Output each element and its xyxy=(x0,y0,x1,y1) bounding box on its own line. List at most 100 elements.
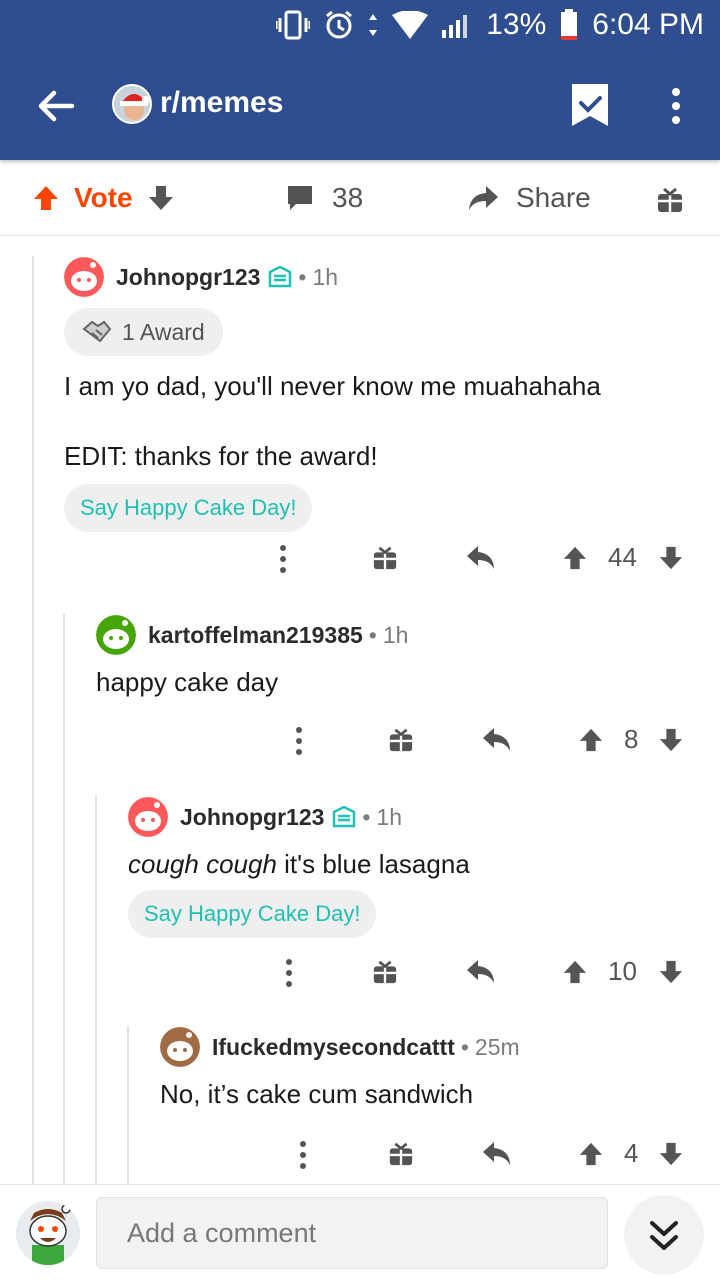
gift-award-icon[interactable] xyxy=(372,544,398,572)
comment-time: 1h xyxy=(382,621,409,648)
comment: Johnopgr123 • 1h cough cough it's blue l… xyxy=(128,796,708,938)
share-arrow-icon xyxy=(469,186,498,210)
comment-actions: 4 xyxy=(286,1136,706,1176)
cake-day-icon xyxy=(269,266,292,288)
downvote-icon[interactable] xyxy=(658,1140,684,1168)
comment-body: cough cough it's blue lasagna xyxy=(128,846,708,882)
downvote-icon[interactable] xyxy=(147,184,175,212)
award-badge[interactable]: 1 Award xyxy=(64,308,223,356)
alarm-icon xyxy=(324,10,354,40)
wifi-icon xyxy=(392,11,429,39)
thread-line-level1[interactable] xyxy=(32,256,34,1184)
next-comment-button[interactable] xyxy=(624,1195,704,1275)
thread-line-level4[interactable] xyxy=(127,1026,129,1184)
say-happy-cake-day-button[interactable]: Say Happy Cake Day! xyxy=(64,484,313,532)
comment-time-sep: • xyxy=(368,621,377,648)
upvote-icon[interactable] xyxy=(562,544,588,572)
comment-time-sep: • xyxy=(460,1033,469,1060)
downvote-icon[interactable] xyxy=(658,544,684,572)
comment-actions: 10 xyxy=(270,954,706,994)
thread-line-level3[interactable] xyxy=(95,796,97,1184)
username[interactable]: Johnopgr123 xyxy=(116,264,260,291)
comment-text-line: EDIT: thanks for the award! xyxy=(64,441,378,471)
gift-award-icon[interactable] xyxy=(388,726,414,754)
comment-text-line: I am yo dad, you'll never know me muahah… xyxy=(64,371,601,401)
back-arrow-icon[interactable] xyxy=(34,84,78,128)
upvote-icon[interactable] xyxy=(578,1140,604,1168)
comment: Ifuckedmysecondcattt • 25m No, it’s cake… xyxy=(160,1026,708,1112)
user-avatar[interactable] xyxy=(16,1201,80,1265)
comment-text-italic: cough cough xyxy=(128,849,277,879)
comment: Johnopgr123 • 1h 1 Award I am yo dad, yo… xyxy=(64,256,704,532)
comment-header: Johnopgr123 • 1h xyxy=(128,796,708,838)
upvote-icon[interactable] xyxy=(562,958,588,986)
reply-icon[interactable] xyxy=(466,544,496,572)
comment: kartoffelman219385 • 1h happy cake day xyxy=(96,614,706,700)
vote-control: Vote xyxy=(32,182,175,214)
comment-composer-bar: Add a comment xyxy=(0,1184,720,1280)
reply-icon[interactable] xyxy=(466,958,496,986)
more-vertical-icon[interactable] xyxy=(298,1140,308,1170)
username[interactable]: kartoffelman219385 xyxy=(148,622,363,649)
comment-time: 25m xyxy=(474,1033,520,1060)
data-arrows-icon xyxy=(368,12,378,38)
gift-award-icon[interactable] xyxy=(372,958,398,986)
double-chevron-down-icon xyxy=(650,1221,678,1250)
post-action-bar: Vote 38 Share xyxy=(0,164,720,236)
more-vertical-icon[interactable] xyxy=(284,958,294,988)
comment-time-sep: • xyxy=(362,803,371,830)
add-comment-input[interactable]: Add a comment xyxy=(96,1197,608,1269)
gift-award-icon[interactable] xyxy=(656,186,684,214)
score: 8 xyxy=(624,724,639,754)
subreddit-title[interactable]: r/memes xyxy=(160,86,283,120)
comment-time-sep: • xyxy=(298,263,307,290)
upvote-icon[interactable] xyxy=(32,184,60,212)
comment-body: happy cake day xyxy=(96,667,279,697)
score: 44 xyxy=(608,542,637,572)
battery-icon xyxy=(560,9,578,41)
comment-bubble-icon xyxy=(288,186,312,210)
avatar[interactable] xyxy=(64,257,104,297)
more-vertical-icon[interactable] xyxy=(294,726,304,756)
vibrate-icon xyxy=(276,10,311,40)
save-bookmark-icon[interactable] xyxy=(570,82,610,128)
upvote-icon[interactable] xyxy=(578,726,604,754)
comments-button[interactable]: 38 xyxy=(286,182,363,214)
handshake-award-icon xyxy=(82,320,112,343)
more-vertical-icon[interactable] xyxy=(278,544,288,574)
comment-header: Ifuckedmysecondcattt • 25m xyxy=(160,1026,708,1068)
more-vertical-icon[interactable] xyxy=(662,86,690,126)
share-button[interactable]: Share xyxy=(468,182,591,214)
comment-time: 1h xyxy=(376,803,403,830)
comment-header: kartoffelman219385 • 1h xyxy=(96,614,706,656)
comment-body: No, it’s cake cum sandwich xyxy=(160,1079,474,1109)
say-happy-cake-day-button[interactable]: Say Happy Cake Day! xyxy=(128,890,377,938)
downvote-icon[interactable] xyxy=(658,726,684,754)
comment-body: I am yo dad, you'll never know me muahah… xyxy=(64,368,704,474)
comment-header: Johnopgr123 • 1h xyxy=(64,256,704,298)
vote-label: Vote xyxy=(74,182,133,213)
award-label: 1 Award xyxy=(122,318,205,345)
gift-award-icon[interactable] xyxy=(388,1140,414,1168)
downvote-icon[interactable] xyxy=(658,958,684,986)
thread-line-level2[interactable] xyxy=(63,614,65,1184)
avatar[interactable] xyxy=(96,615,136,655)
app-bar: r/memes xyxy=(0,52,720,160)
share-label: Share xyxy=(516,182,591,213)
comment-time: 1h xyxy=(312,263,339,290)
subreddit-avatar[interactable] xyxy=(112,84,152,124)
battery-percent: 13% xyxy=(486,8,547,41)
cake-day-icon xyxy=(333,806,356,828)
reply-icon[interactable] xyxy=(482,726,512,754)
signal-icon xyxy=(442,12,472,38)
username[interactable]: Ifuckedmysecondcattt xyxy=(212,1034,455,1061)
clock: 6:04 PM xyxy=(592,8,704,41)
status-bar: 13% 6:04 PM xyxy=(0,0,720,52)
comment-actions: 8 xyxy=(286,722,706,762)
reply-icon[interactable] xyxy=(482,1140,512,1168)
comment-count: 38 xyxy=(332,182,364,213)
score: 10 xyxy=(608,956,637,986)
avatar[interactable] xyxy=(160,1027,200,1067)
avatar[interactable] xyxy=(128,797,168,837)
username[interactable]: Johnopgr123 xyxy=(180,804,324,831)
